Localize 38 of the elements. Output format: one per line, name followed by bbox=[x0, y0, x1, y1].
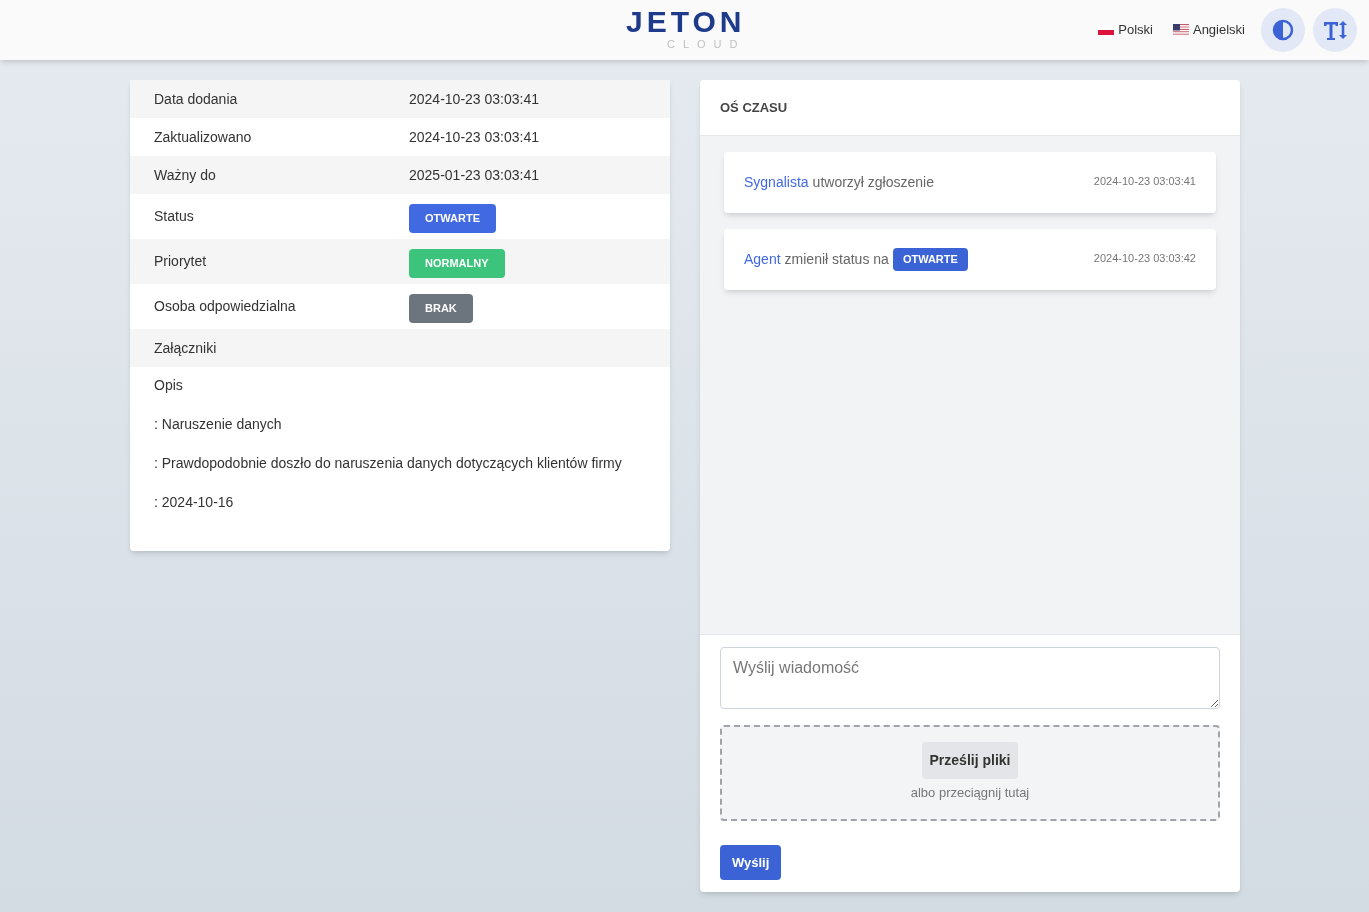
field-label: Status bbox=[154, 207, 195, 226]
language-link[interactable]: Angielski bbox=[1192, 20, 1245, 40]
text-size-button[interactable] bbox=[1313, 8, 1357, 52]
field-label: Ważny do bbox=[154, 165, 217, 185]
upload-hint: albo przeciągnij tutaj bbox=[910, 784, 1030, 803]
logo[interactable]: JETON CLOUD bbox=[626, 6, 746, 50]
status-badge: OTWARTE bbox=[892, 248, 968, 271]
actor-link[interactable]: Sygnalista bbox=[744, 172, 809, 193]
field-label: Zaktualizowano bbox=[154, 127, 253, 147]
event-time: 2024-10-23 03:03:42 bbox=[1093, 251, 1196, 266]
contrast-icon bbox=[1272, 19, 1294, 41]
actor-link[interactable]: Agent bbox=[744, 249, 781, 270]
upload-dropzone[interactable]: Prześlij pliki albo przeciągnij tutaj bbox=[720, 724, 1220, 821]
description-heading: Opis bbox=[154, 376, 184, 395]
field-value: 2024-10-23 03:03:41 bbox=[409, 89, 539, 109]
status-badge: BRAK bbox=[409, 294, 473, 323]
message-field[interactable]: Wyślij wiadomość bbox=[720, 646, 1220, 709]
flag-icon bbox=[1172, 24, 1189, 36]
description-text: : Naruszenie danych bbox=[154, 415, 283, 434]
event-text: utworzył zgłoszenie bbox=[812, 173, 934, 192]
event-time: 2024-10-23 03:03:41 bbox=[1093, 174, 1196, 189]
text-height-icon bbox=[1322, 19, 1348, 41]
language-link[interactable]: Polski bbox=[1118, 20, 1153, 40]
upload-button[interactable]: Prześlij pliki bbox=[921, 742, 1019, 780]
contrast-button[interactable] bbox=[1261, 8, 1305, 52]
status-badge: NORMALNY bbox=[409, 249, 505, 278]
send-button[interactable]: Wyślij bbox=[720, 844, 782, 880]
panel-title: OŚ CZASU bbox=[720, 98, 788, 117]
field-label: Data dodania bbox=[154, 89, 239, 109]
field-value: 2024-10-23 03:03:41 bbox=[409, 127, 539, 147]
status-badge: OTWARTE bbox=[409, 204, 496, 233]
field-label: Załączniki bbox=[154, 338, 218, 358]
field-label: Priorytet bbox=[154, 252, 208, 271]
description-text: : 2024-10-16 bbox=[154, 493, 235, 512]
event-text: zmienił status na bbox=[784, 250, 889, 269]
description-text: : Prawdopodobnie doszło do naruszenia danych dotyczących klientów firmy bbox=[154, 454, 623, 473]
field-label: Osoba odpowiedzialna bbox=[154, 297, 297, 316]
field-value: 2025-01-23 03:03:41 bbox=[409, 165, 539, 185]
